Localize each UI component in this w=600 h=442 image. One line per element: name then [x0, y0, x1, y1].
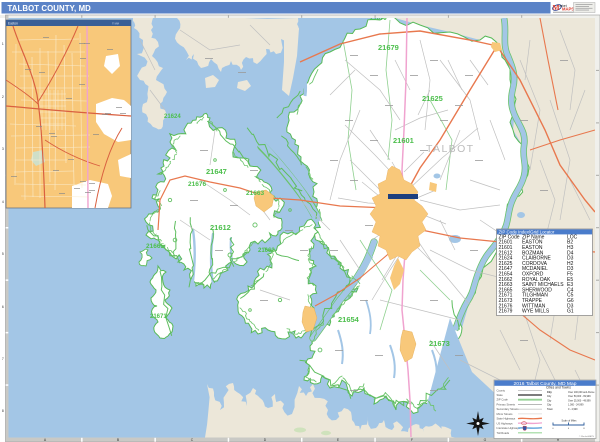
svg-text:Cities and Towns: Cities and Towns: [546, 386, 571, 390]
svg-text:Minor Streets: Minor Streets: [497, 412, 514, 416]
svg-text:Town: Town: [547, 408, 553, 411]
svg-text:7: 7: [2, 357, 4, 361]
svg-text:G1: G1: [567, 309, 574, 315]
svg-text:Easton: Easton: [8, 22, 18, 26]
svg-text:6: 6: [2, 305, 4, 309]
svg-text:21662: 21662: [258, 248, 275, 254]
svg-text:City: City: [547, 404, 552, 407]
svg-text:1: 1: [2, 42, 4, 46]
svg-text:21647: 21647: [206, 167, 227, 176]
svg-text:Toll Roads: Toll Roads: [497, 431, 510, 435]
svg-text:0 - 4,999: 0 - 4,999: [568, 408, 578, 411]
svg-text:State Highways: State Highways: [497, 417, 516, 421]
svg-text:1,000 - 24,999: 1,000 - 24,999: [568, 404, 584, 407]
svg-text:21671: 21671: [150, 314, 167, 320]
svg-text:State: State: [497, 393, 504, 397]
svg-text:5: 5: [2, 252, 4, 256]
svg-text:Secondary Streets: Secondary Streets: [497, 407, 520, 411]
svg-text:21665: 21665: [146, 243, 164, 250]
svg-text:© MM: © MM: [112, 22, 119, 26]
svg-text:City: City: [547, 399, 552, 402]
svg-text:ZIP Code: ZIP Code: [497, 398, 509, 402]
svg-text:G: G: [484, 438, 487, 442]
svg-text:8: 8: [2, 409, 4, 413]
svg-text:3: 3: [2, 147, 4, 151]
svg-text:US Highways: US Highways: [497, 421, 514, 425]
svg-text:21624: 21624: [164, 114, 181, 120]
svg-text:City: City: [547, 391, 552, 394]
svg-text:21654: 21654: [338, 315, 360, 324]
svg-text:County: County: [497, 388, 506, 392]
svg-text:21612: 21612: [210, 223, 231, 232]
svg-text:City: City: [547, 395, 552, 398]
svg-text:21673: 21673: [429, 339, 450, 348]
svg-text:21601: 21601: [393, 136, 414, 145]
svg-text:2: 2: [2, 95, 4, 99]
svg-text:TALBOT COUNTY, MD: TALBOT COUNTY, MD: [8, 4, 92, 13]
svg-text:21663: 21663: [246, 190, 264, 197]
svg-text:Over 100,000 and Above: Over 100,000 and Above: [568, 391, 595, 394]
svg-text:21676: 21676: [188, 181, 206, 188]
svg-text:Over 25,000 - 49,999: Over 25,000 - 49,999: [568, 399, 591, 402]
svg-text:Interstate Highways: Interstate Highways: [497, 426, 521, 430]
svg-text:Primary Streets: Primary Streets: [497, 403, 516, 407]
svg-text:4: 4: [2, 200, 4, 204]
svg-text:MAPS: MAPS: [562, 7, 574, 12]
svg-text:TALBOT: TALBOT: [426, 143, 474, 155]
svg-text:© MarketMAPS: © MarketMAPS: [579, 435, 595, 438]
svg-text:Scale of Miles: Scale of Miles: [562, 420, 578, 423]
svg-text:Over 50,000 - 99,999: Over 50,000 - 99,999: [568, 395, 591, 398]
svg-text:21625: 21625: [422, 94, 443, 103]
svg-text:WYE MILLS: WYE MILLS: [522, 309, 550, 315]
svg-text:F: F: [411, 438, 413, 442]
svg-text:21679: 21679: [499, 309, 513, 315]
svg-text:21679: 21679: [378, 43, 399, 52]
